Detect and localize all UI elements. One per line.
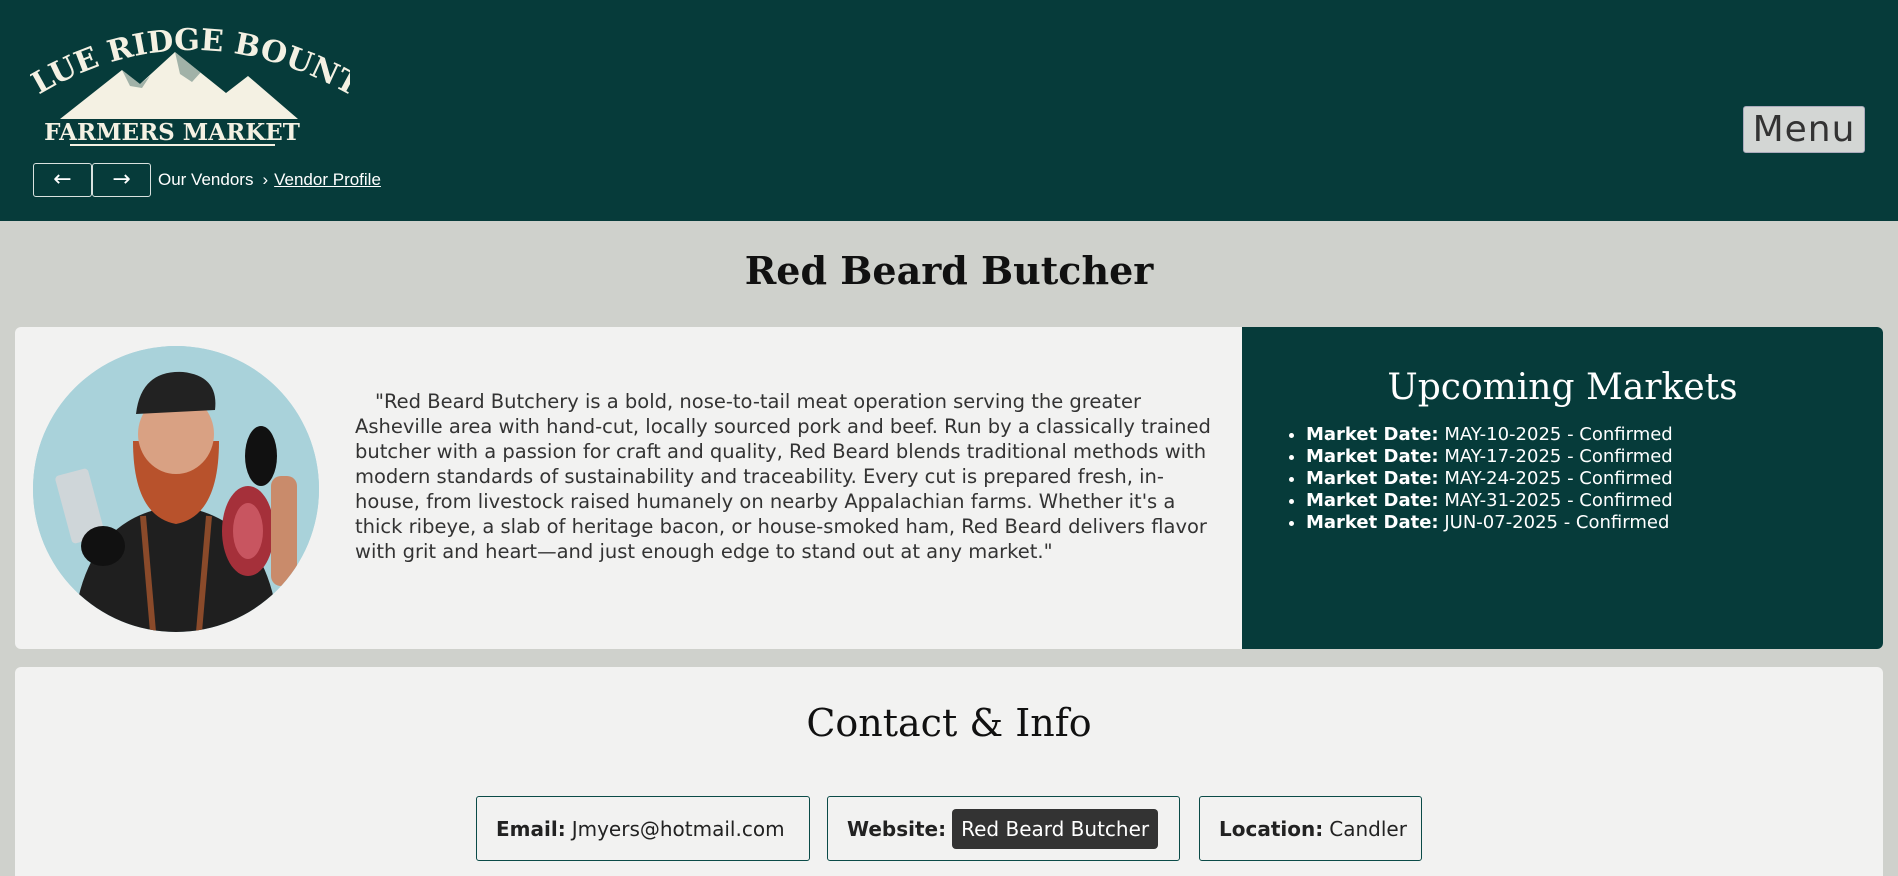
market-date-item: Market Date: MAY-24-2025 - Confirmed xyxy=(1306,468,1883,490)
forward-button[interactable]: → xyxy=(92,163,151,197)
market-date-item: Market Date: MAY-31-2025 - Confirmed xyxy=(1306,490,1883,512)
upcoming-markets-panel: Upcoming Markets Market Date: MAY-10-202… xyxy=(1242,327,1883,649)
site-header: BLUE RIDGE BOUNTY FARMERS MARKET ← → Our… xyxy=(0,0,1898,221)
upcoming-markets-title: Upcoming Markets xyxy=(1387,367,1738,408)
email-chip: Email: Jmyers@hotmail.com xyxy=(476,796,810,861)
contact-title: Contact & Info xyxy=(806,701,1092,745)
website-link-button[interactable]: Red Beard Butcher xyxy=(952,808,1159,849)
market-date-item: Market Date: MAY-17-2025 - Confirmed xyxy=(1306,446,1883,468)
location-label: Location: xyxy=(1219,816,1324,841)
vendor-profile-card: "Red Beard Butchery is a bold, nose-to-t… xyxy=(15,327,1883,649)
website-label: Website: xyxy=(847,816,947,841)
market-date-list: Market Date: MAY-10-2025 - Confirmed Mar… xyxy=(1306,424,1883,534)
location-value: Candler xyxy=(1329,816,1407,841)
page-title: Red Beard Butcher xyxy=(744,248,1154,293)
breadcrumb-vendor-profile[interactable]: Vendor Profile xyxy=(274,170,381,190)
breadcrumb-nav: ← → Our Vendors › Vendor Profile xyxy=(33,163,381,197)
email-value[interactable]: Jmyers@hotmail.com xyxy=(572,817,785,841)
market-date-item: Market Date: MAY-10-2025 - Confirmed xyxy=(1306,424,1883,446)
website-chip: Website: Red Beard Butcher xyxy=(827,796,1180,861)
vendor-bio: "Red Beard Butchery is a bold, nose-to-t… xyxy=(355,390,1211,563)
back-button[interactable]: ← xyxy=(33,163,92,197)
breadcrumb: Our Vendors › Vendor Profile xyxy=(158,170,381,190)
site-logo[interactable]: BLUE RIDGE BOUNTY FARMERS MARKET xyxy=(30,16,350,150)
breadcrumb-our-vendors[interactable]: Our Vendors xyxy=(158,170,253,190)
market-date-item: Market Date: JUN-07-2025 - Confirmed xyxy=(1306,512,1883,534)
email-label: Email: xyxy=(496,816,566,841)
location-chip: Location: Candler xyxy=(1199,796,1422,861)
svg-text:FARMERS MARKET: FARMERS MARKET xyxy=(44,119,300,146)
vendor-avatar xyxy=(33,346,319,632)
breadcrumb-separator: › xyxy=(262,170,269,189)
contact-info-card: Contact & Info Email: Jmyers@hotmail.com… xyxy=(15,667,1883,876)
menu-button[interactable]: Menu xyxy=(1743,106,1865,153)
